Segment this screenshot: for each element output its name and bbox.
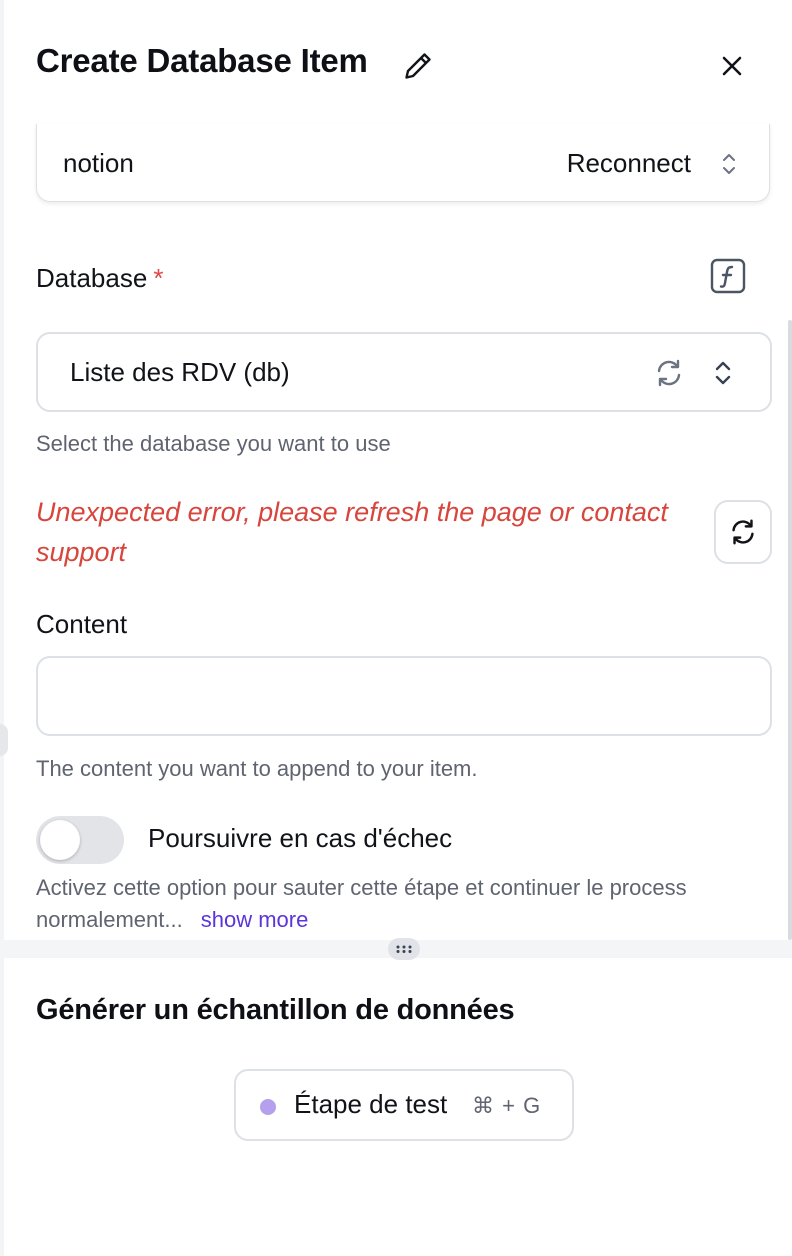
continue-on-failure-description: Activez cette option pour sauter cette é… <box>36 872 776 936</box>
scrollbar[interactable] <box>788 320 792 940</box>
retry-button[interactable] <box>714 500 772 564</box>
show-more-link[interactable]: show more <box>201 907 309 932</box>
test-step-button[interactable]: Étape de test ⌘ + G <box>234 1069 574 1141</box>
database-select-value: Liste des RDV (db) <box>70 357 290 387</box>
drag-handle-icon <box>396 945 412 953</box>
content-label: Content <box>36 609 128 639</box>
content-help-text: The content you want to append to your i… <box>36 756 478 781</box>
connection-selector[interactable]: notion Reconnect <box>36 124 770 202</box>
description-text: Activez cette option pour sauter cette é… <box>36 875 687 932</box>
database-label: Database * <box>36 263 163 294</box>
content-input[interactable] <box>36 656 772 736</box>
formula-toggle-button[interactable] <box>710 258 746 294</box>
page-title: Create Database Item <box>36 42 368 79</box>
connection-name: notion <box>63 148 134 178</box>
sample-section-title: Générer un échantillon de données <box>36 994 515 1026</box>
continue-on-failure-label: Poursuivre en cas d'échec <box>148 823 453 853</box>
database-help-text: Select the database you want to use <box>36 431 391 456</box>
database-label-text: Database <box>36 263 148 293</box>
status-dot <box>260 1099 276 1115</box>
required-mark: * <box>153 263 164 293</box>
drag-handle[interactable] <box>388 938 420 960</box>
chevron-up-down-icon <box>715 361 731 385</box>
toggle-knob <box>40 820 80 860</box>
keyboard-shortcut: ⌘ + G <box>472 1093 542 1118</box>
panel-left-edge <box>0 0 4 1256</box>
test-step-label: Étape de test <box>294 1089 448 1119</box>
close-button[interactable] <box>714 48 750 84</box>
formula-icon <box>710 258 746 294</box>
panel-collapse-handle[interactable] <box>0 724 8 756</box>
chevron-up-down-icon <box>723 154 735 174</box>
error-message: Unexpected error, please refresh the pag… <box>36 497 668 567</box>
refresh-icon <box>732 519 754 545</box>
continue-on-failure-toggle[interactable] <box>36 816 124 864</box>
edit-pencil-icon[interactable] <box>400 48 436 84</box>
database-select[interactable]: Liste des RDV (db) <box>36 332 772 412</box>
refresh-icon[interactable] <box>652 356 686 390</box>
reconnect-button[interactable]: Reconnect <box>567 148 691 179</box>
close-icon <box>722 56 742 76</box>
